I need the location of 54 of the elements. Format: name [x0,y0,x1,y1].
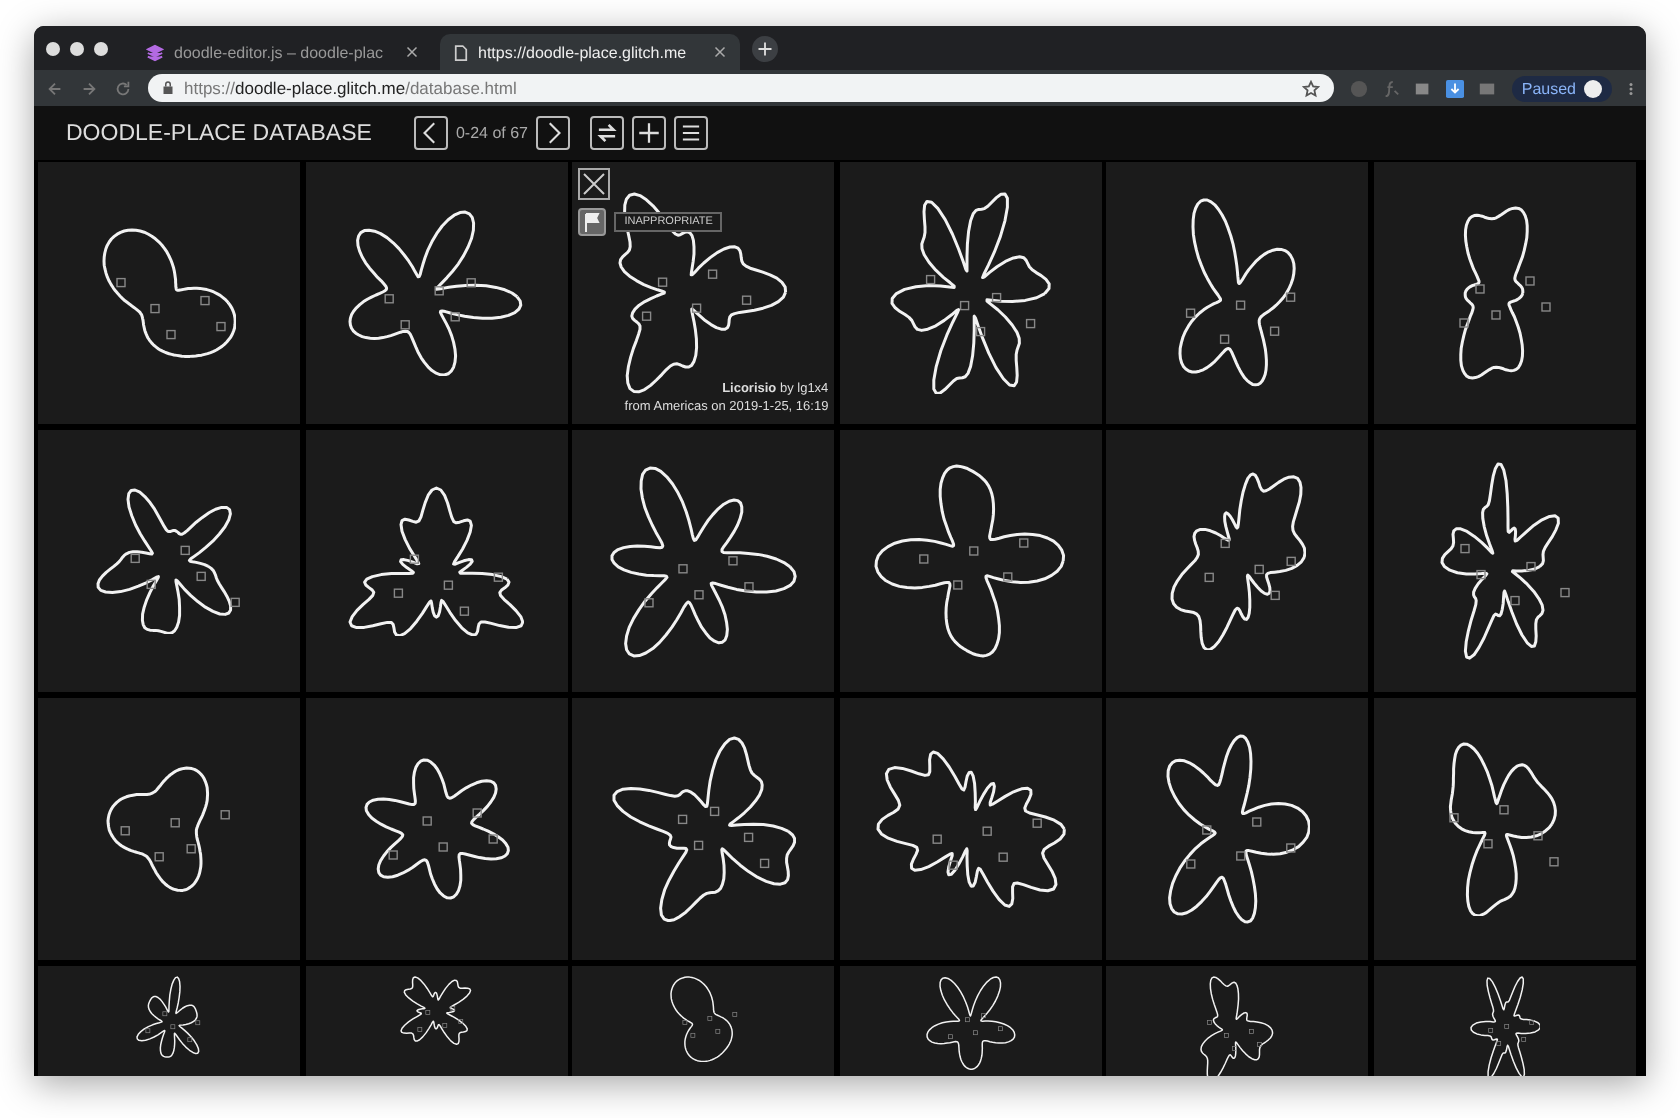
page-range: 0-24 of 67 [455,124,528,142]
doodle-card[interactable] [1106,162,1369,424]
next-page-button[interactable] [535,116,570,150]
lock-icon [162,80,174,96]
doodle-card[interactable] [1106,698,1369,960]
browser-tab[interactable]: https://doodle-place.glitch.me [440,34,740,70]
doodle-drawing [136,976,202,1059]
forward-icon[interactable] [80,79,98,97]
window-extension-icon[interactable] [1477,79,1496,97]
tab-close-icon[interactable] [406,46,418,58]
page-icon [454,43,468,61]
doodle-drawing [669,976,738,1063]
address-bar[interactable]: https://doodle-place.glitch.me/database.html [148,74,1334,102]
doodle-card[interactable] [305,162,568,424]
page-title: DOODLE-PLACE DATABASE [66,121,372,145]
profile-label: Paused [1521,79,1576,97]
tab-close-icon[interactable] [714,46,726,58]
doodle-card[interactable] [1373,698,1636,960]
doodle-card[interactable] [38,430,300,692]
browser-tab[interactable]: doodle-editor.js – doodle-plac [132,34,432,70]
url-text: https://doodle-place.glitch.me/database.html [184,78,519,98]
window-controls[interactable] [46,41,108,55]
doodle-drawing [925,976,1016,1071]
refresh-icon [593,120,620,146]
doodle-card[interactable] [305,698,568,960]
add-icon [635,120,662,146]
menu-icon [677,120,704,146]
flag-button[interactable] [578,208,607,236]
more-menu-icon[interactable] [1628,79,1634,97]
refresh-button[interactable] [589,116,624,150]
back-icon[interactable] [46,79,64,97]
doodle-card[interactable] [572,698,835,960]
doodle-drawing [101,227,237,359]
new-tab-icon[interactable] [752,35,778,61]
doodle-drawing [1469,976,1541,1076]
add-button[interactable] [631,116,666,150]
doodle-drawing [1200,976,1275,1076]
close-button[interactable] [578,168,611,200]
stack-logo-icon [146,43,164,61]
menu-button[interactable] [673,116,708,150]
doodle-drawing [400,976,472,1046]
doodle-card[interactable] [839,698,1102,960]
doodle-card[interactable] [1373,430,1636,692]
doodle-card[interactable] [305,430,568,692]
doodle-drawing [106,765,232,893]
profile-button[interactable]: Paused [1511,75,1612,101]
reload-icon[interactable] [114,79,132,97]
download-extension-icon[interactable] [1445,79,1464,97]
previous-page-button[interactable] [413,116,448,150]
doodle-card[interactable] [839,162,1102,424]
doodle-card[interactable] [839,430,1102,692]
star-icon[interactable] [1301,79,1320,97]
doodle-card[interactable] [1106,430,1369,692]
doodle-card[interactable] [572,430,835,692]
